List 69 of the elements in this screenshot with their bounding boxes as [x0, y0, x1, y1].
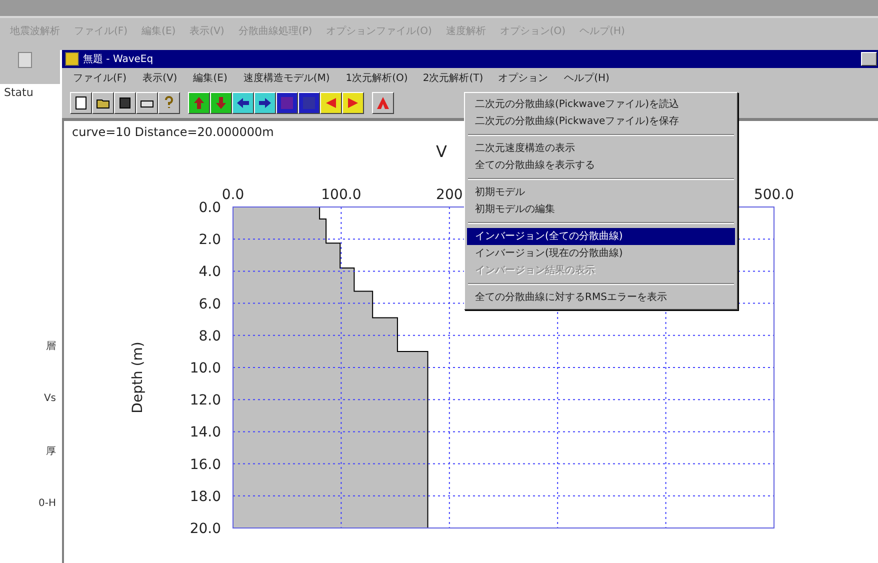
left-triangle-icon: [325, 97, 337, 109]
y-tick-label: 2.0: [198, 232, 221, 248]
down-arrow-button[interactable]: [210, 92, 232, 114]
y-axis-label: Depth (m): [130, 342, 146, 414]
left-arrow-button[interactable]: [232, 92, 254, 114]
save-button[interactable]: [114, 92, 136, 114]
right-arrow-button[interactable]: [254, 92, 276, 114]
menu-item[interactable]: 二次元の分散曲線(Pickwaveファイル)を読込: [467, 96, 735, 113]
curve-info: curve=10 Distance=20.000000m: [72, 125, 274, 139]
x-tick-label: 100.0: [321, 187, 362, 203]
y-tick-label: 12.0: [190, 392, 221, 409]
square-icon: [281, 97, 293, 109]
document-button[interactable]: [70, 92, 92, 114]
right-triangle-icon: [347, 97, 359, 109]
y-tick-label: 8.0: [198, 328, 221, 344]
figure-button[interactable]: [372, 92, 394, 114]
menu-item[interactable]: インバージョン(現在の分散曲線): [467, 245, 735, 262]
layer-button[interactable]: [298, 92, 320, 114]
y-tick-label: 14.0: [190, 424, 221, 441]
menu-item[interactable]: 1次元解析(O): [338, 69, 415, 87]
column-label: 層: [46, 340, 56, 353]
menu-item[interactable]: オプション: [491, 69, 556, 87]
app-icon: [65, 52, 79, 66]
chart-title: V: [436, 142, 447, 161]
left-arrow-icon: [236, 96, 250, 110]
down-arrow-icon: [214, 96, 228, 110]
next-button[interactable]: [342, 92, 364, 114]
help-button[interactable]: [158, 92, 180, 114]
menu-item[interactable]: 2次元解析(T): [416, 70, 490, 86]
right-arrow-icon: [258, 96, 272, 110]
menu-item[interactable]: 速度構造モデル(M): [236, 69, 337, 87]
menu-item[interactable]: ファイル(F): [66, 69, 134, 87]
toolbar-button[interactable]: [18, 52, 32, 68]
menu-item[interactable]: インバージョン(全ての分散曲線): [467, 228, 735, 245]
window-title: 無題 - WaveEq: [83, 53, 154, 66]
up-arrow-button[interactable]: [188, 92, 210, 114]
document-icon: [73, 95, 89, 111]
column-label: Vs: [44, 393, 56, 404]
previous-button[interactable]: [320, 92, 342, 114]
y-tick-label: 0.0: [198, 200, 221, 216]
figure-icon: [376, 96, 390, 110]
x-tick-label: 500.0: [754, 187, 794, 203]
menu-item[interactable]: 表示(V): [136, 69, 184, 87]
restore-button[interactable]: [861, 52, 877, 66]
menu-item[interactable]: 初期モデルの編集: [467, 201, 735, 218]
menu-item[interactable]: 全ての分散曲線に対するRMSエラーを表示: [467, 289, 735, 306]
column-label: 厚: [46, 445, 56, 458]
column-label: 0-H: [38, 498, 56, 509]
y-tick-label: 6.0: [198, 296, 221, 312]
y-tick-label: 10.0: [190, 360, 221, 376]
status-label: Statu: [4, 86, 34, 99]
menu-item[interactable]: 二次元の分散曲線(Pickwaveファイル)を保存: [467, 113, 735, 130]
up-arrow-icon: [192, 96, 206, 110]
menu-item[interactable]: 二次元速度構造の表示: [467, 140, 735, 157]
menu-item[interactable]: 初期モデル: [467, 184, 735, 201]
layer-button[interactable]: [276, 92, 298, 114]
printer-button[interactable]: [136, 92, 158, 114]
x-tick-label: 0.0: [222, 187, 244, 203]
x-tick-label: 200: [436, 187, 463, 203]
y-tick-label: 16.0: [190, 456, 221, 473]
menu-item[interactable]: 編集(E): [186, 69, 234, 87]
y-tick-label: 18.0: [190, 488, 221, 505]
square-icon: [303, 97, 315, 109]
folder-button[interactable]: [92, 92, 114, 114]
menu-item[interactable]: 全ての分散曲線を表示する: [467, 157, 735, 174]
menu-item[interactable]: ヘルプ(H): [557, 69, 616, 87]
save-icon: [117, 95, 133, 111]
y-tick-label: 4.0: [198, 264, 221, 280]
y-tick-label: 20.0: [190, 521, 221, 537]
